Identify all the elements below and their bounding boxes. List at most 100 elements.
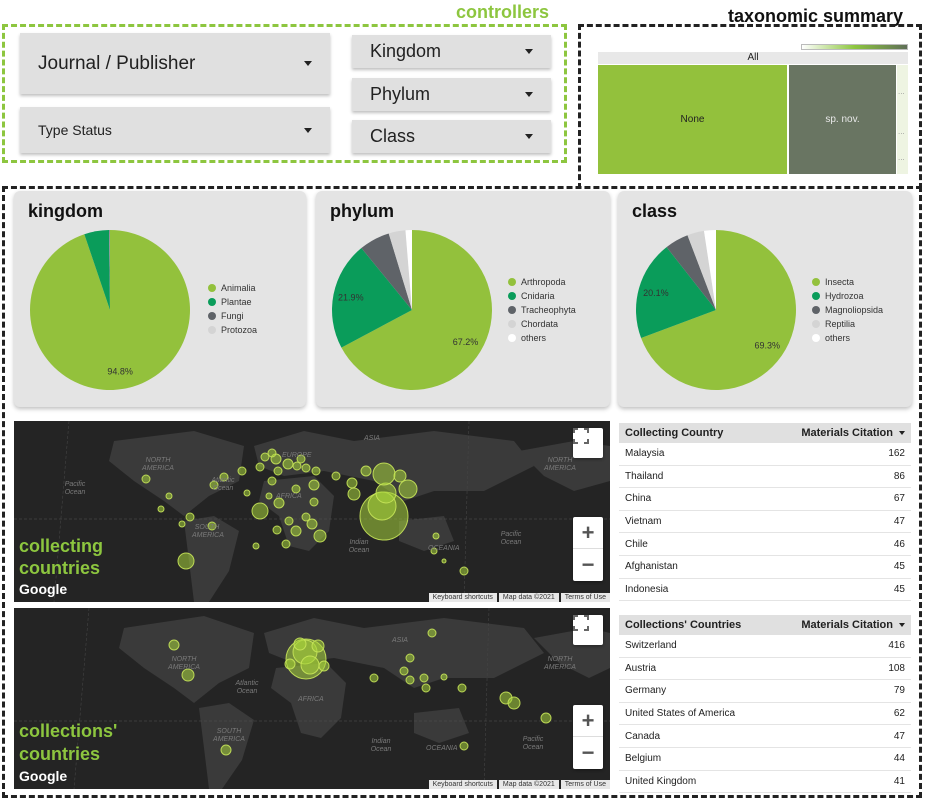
- map-bubble[interactable]: [260, 452, 270, 462]
- column-header-country[interactable]: Collections' Countries: [625, 619, 801, 631]
- map-bubble[interactable]: [347, 487, 361, 501]
- treemap-small-cells[interactable]: ... ... ...: [897, 65, 908, 174]
- table-row[interactable]: Canada 47: [619, 725, 911, 748]
- map-bubble[interactable]: [427, 628, 437, 638]
- treemap-cell-sp-nov[interactable]: sp. nov.: [789, 65, 896, 174]
- map-bubble[interactable]: [440, 673, 448, 681]
- legend-item[interactable]: Insecta: [812, 275, 883, 289]
- legend-item[interactable]: Animalia: [208, 281, 257, 295]
- map-bubble[interactable]: [441, 558, 447, 564]
- map-bubble[interactable]: [306, 518, 318, 530]
- map-bubble[interactable]: [309, 497, 319, 507]
- legend-item[interactable]: others: [508, 331, 576, 345]
- map-bubble[interactable]: [346, 477, 358, 489]
- map-bubble[interactable]: [165, 492, 173, 500]
- column-header-materials-citation[interactable]: Materials Citation: [801, 619, 905, 631]
- map-bubble[interactable]: [255, 462, 265, 472]
- keyboard-shortcuts-link[interactable]: Keyboard shortcuts: [428, 593, 497, 602]
- legend-item[interactable]: Tracheophyta: [508, 303, 576, 317]
- map-bubble[interactable]: [311, 466, 321, 476]
- map-bubble[interactable]: [313, 529, 327, 543]
- treemap-root-header[interactable]: All: [598, 52, 908, 64]
- map-bubble[interactable]: [185, 512, 195, 522]
- map-bubble[interactable]: [177, 552, 195, 570]
- legend-item[interactable]: Reptilia: [812, 317, 883, 331]
- legend-item[interactable]: Protozoa: [208, 323, 257, 337]
- map-bubble[interactable]: [318, 660, 330, 672]
- table-row[interactable]: Belgium 44: [619, 748, 911, 771]
- map-bubble[interactable]: [284, 516, 294, 526]
- map-bubble[interactable]: [393, 469, 407, 483]
- map-bubble[interactable]: [331, 471, 341, 481]
- phylum-dropdown[interactable]: Phylum: [352, 78, 551, 111]
- legend-item[interactable]: Hydrozoa: [812, 289, 883, 303]
- map-bubble[interactable]: [308, 479, 320, 491]
- map-bubble[interactable]: [459, 566, 469, 576]
- kingdom-dropdown[interactable]: Kingdom: [352, 35, 551, 68]
- terms-of-use-link[interactable]: Terms of Use: [560, 593, 610, 602]
- map-bubble[interactable]: [369, 673, 379, 683]
- map-bubble[interactable]: [507, 696, 521, 710]
- legend-item[interactable]: Fungi: [208, 309, 257, 323]
- map-bubble[interactable]: [421, 683, 431, 693]
- map-bubble[interactable]: [281, 539, 291, 549]
- legend-item[interactable]: Arthropoda: [508, 275, 576, 289]
- map-bubble[interactable]: [360, 465, 372, 477]
- map-bubble[interactable]: [282, 458, 294, 470]
- legend-item[interactable]: Plantae: [208, 295, 257, 309]
- column-header-country[interactable]: Collecting Country: [625, 427, 801, 439]
- terms-of-use-link[interactable]: Terms of Use: [560, 780, 610, 789]
- legend-item[interactable]: Cnidaria: [508, 289, 576, 303]
- table-row[interactable]: Afghanistan 45: [619, 556, 911, 579]
- map-bubble[interactable]: [220, 744, 232, 756]
- map-bubble[interactable]: [265, 492, 273, 500]
- table-row[interactable]: Germany 79: [619, 680, 911, 703]
- map-bubble[interactable]: [267, 476, 277, 486]
- table-row[interactable]: China 67: [619, 488, 911, 511]
- map-bubble[interactable]: [398, 479, 418, 499]
- type-status-dropdown[interactable]: Type Status: [20, 107, 330, 153]
- map-bubble[interactable]: [291, 484, 301, 494]
- collecting-countries-map[interactable]: ASIA NORTH AMERICA EUROPE AFRICA SOUTH A…: [14, 421, 610, 602]
- table-row[interactable]: Switzerland 416: [619, 635, 911, 658]
- map-bubble[interactable]: [252, 542, 260, 550]
- table-row[interactable]: Vietnam 47: [619, 511, 911, 534]
- treemap-cell-none[interactable]: None: [598, 65, 787, 174]
- fullscreen-button[interactable]: [573, 615, 603, 645]
- map-bubble[interactable]: [459, 741, 469, 751]
- map-bubble[interactable]: [251, 502, 269, 520]
- legend-item[interactable]: others: [812, 331, 883, 345]
- map-bubble[interactable]: [300, 655, 320, 675]
- fullscreen-button[interactable]: [573, 428, 603, 458]
- table-row[interactable]: Chile 46: [619, 533, 911, 556]
- map-bubble[interactable]: [375, 482, 397, 504]
- keyboard-shortcuts-link[interactable]: Keyboard shortcuts: [428, 780, 497, 789]
- map-bubble[interactable]: [301, 463, 311, 473]
- table-row[interactable]: Thailand 86: [619, 466, 911, 489]
- map-bubble[interactable]: [243, 489, 251, 497]
- zoom-out-button[interactable]: −: [573, 549, 603, 581]
- map-bubble[interactable]: [311, 639, 325, 653]
- table-row[interactable]: United Kingdom 41: [619, 771, 911, 794]
- collecting-map-canvas[interactable]: [14, 421, 610, 602]
- collections-countries-map[interactable]: ASIA NORTH AMERICA Atlantic Ocean AFRICA…: [14, 608, 610, 789]
- map-bubble[interactable]: [290, 525, 302, 537]
- table-row[interactable]: Indonesia 45: [619, 579, 911, 602]
- map-bubble[interactable]: [405, 653, 415, 663]
- map-bubble[interactable]: [419, 673, 429, 683]
- zoom-out-button[interactable]: −: [573, 737, 603, 769]
- table-row[interactable]: Malaysia 162: [619, 443, 911, 466]
- table-row[interactable]: Austria 108: [619, 658, 911, 681]
- map-bubble[interactable]: [273, 466, 283, 476]
- map-bubble[interactable]: [432, 532, 440, 540]
- column-header-materials-citation[interactable]: Materials Citation: [801, 427, 905, 439]
- map-bubble[interactable]: [157, 505, 165, 513]
- map-bubble[interactable]: [272, 525, 282, 535]
- map-bubble[interactable]: [293, 637, 307, 651]
- map-bubble[interactable]: [405, 675, 415, 685]
- zoom-in-button[interactable]: +: [573, 705, 603, 737]
- zoom-in-button[interactable]: +: [573, 517, 603, 549]
- map-bubble[interactable]: [399, 666, 409, 676]
- map-bubble[interactable]: [141, 474, 151, 484]
- table-row[interactable]: United States of America 62: [619, 703, 911, 726]
